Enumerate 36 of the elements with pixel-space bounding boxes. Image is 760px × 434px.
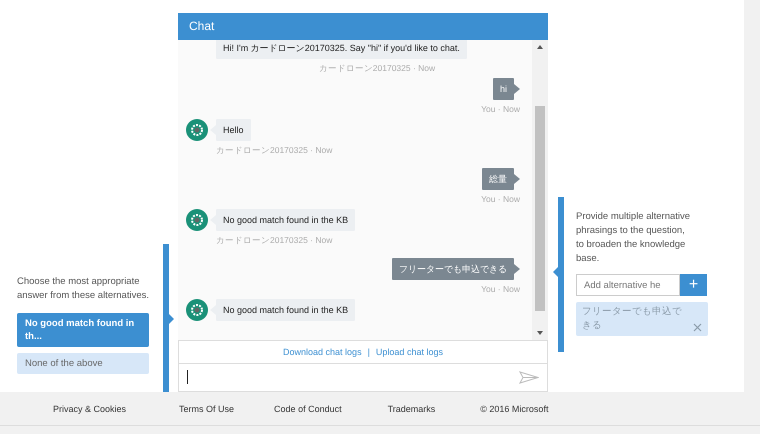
message-meta: カードローン20170325 · Now xyxy=(215,145,334,157)
alternative-tag: フリーターでも申込できる xyxy=(576,302,708,336)
message-bubble: Hi! I'm カードローン20170325. Say "hi" if you'd like to chat. xyxy=(216,40,467,59)
message-bubble: No good match found in the KB xyxy=(216,299,356,321)
link-separator: | xyxy=(368,346,370,357)
bubble-tail-icon xyxy=(514,174,520,184)
footer-link[interactable]: © 2016 Microsoft xyxy=(480,404,548,414)
message-meta: カードローン20170325 · Now xyxy=(318,63,436,75)
download-logs-link[interactable]: Download chat logs xyxy=(283,346,362,357)
send-icon[interactable] xyxy=(519,370,539,384)
alternatives-prompt: Provide multiple alternative phrasings to the question, to broaden the knowledge base. xyxy=(576,210,692,266)
alternative-input[interactable]: Add alternative he xyxy=(576,274,680,296)
message-bubble: Hello xyxy=(216,119,251,141)
pointer-triangle-icon xyxy=(553,267,558,277)
message-meta: You · Now xyxy=(481,104,520,114)
chat-title: Chat xyxy=(178,13,548,40)
footer-link[interactable]: Code of Conduct xyxy=(274,404,342,414)
pointer-triangle-icon xyxy=(169,314,174,324)
bubble-tail-icon xyxy=(514,84,520,94)
bubble-tail-icon xyxy=(514,264,520,274)
message-meta: You · Now xyxy=(481,284,520,294)
answer-option[interactable]: None of the above xyxy=(17,353,149,374)
message-bubble: 総量 xyxy=(482,168,514,190)
message-meta: You · Now xyxy=(481,194,520,204)
scrollbar[interactable] xyxy=(532,40,548,340)
upload-logs-link[interactable]: Upload chat logs xyxy=(376,346,443,357)
close-icon[interactable] xyxy=(693,323,702,332)
footer-link[interactable]: Trademarks xyxy=(388,404,436,414)
message-bubble: hi xyxy=(492,78,514,100)
answer-prompt: Choose the most appropriate answer from these alternatives. xyxy=(17,275,149,303)
footer-link[interactable]: Terms Of Use xyxy=(179,404,234,414)
footer-link[interactable]: Privacy & Cookies xyxy=(53,404,126,414)
message-bubble: No good match found in the KB xyxy=(216,209,356,231)
message-meta: カードローン20170325 · Now xyxy=(215,235,334,247)
message-input[interactable] xyxy=(178,364,548,392)
message-bubble: フリーターでも申込できる xyxy=(392,258,514,280)
